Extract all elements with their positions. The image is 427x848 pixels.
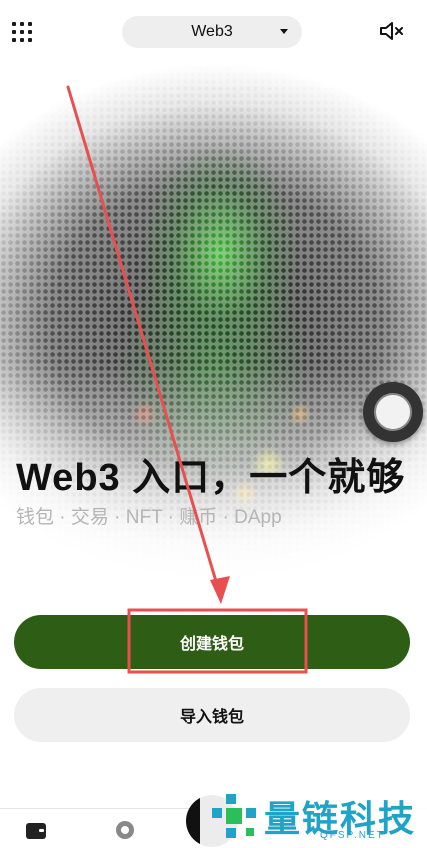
top-bar: Web3: [0, 0, 427, 64]
create-wallet-button[interactable]: 创建钱包: [14, 615, 410, 669]
speaker-muted-icon[interactable]: [379, 20, 405, 42]
network-label: Web3: [191, 23, 233, 40]
watermark: 量链科技 QFSP.NET: [200, 782, 427, 847]
floating-assistive-button[interactable]: [363, 382, 423, 442]
grid-menu-icon[interactable]: [12, 22, 34, 44]
hero-section: [0, 64, 427, 704]
hero-tagline: 钱包 · 交易 · NFT · 赚币 · DApp: [16, 507, 282, 528]
chevron-down-icon: [280, 29, 288, 34]
network-selector[interactable]: Web3: [122, 16, 302, 48]
hero-headline: Web3 入口，一个就够: [16, 457, 406, 499]
wallet-icon[interactable]: [26, 823, 46, 839]
explore-icon[interactable]: [116, 821, 134, 839]
watermark-logo-icon: [212, 794, 256, 838]
import-wallet-button[interactable]: 导入钱包: [14, 688, 410, 742]
watermark-subtext: QFSP.NET: [320, 830, 385, 841]
